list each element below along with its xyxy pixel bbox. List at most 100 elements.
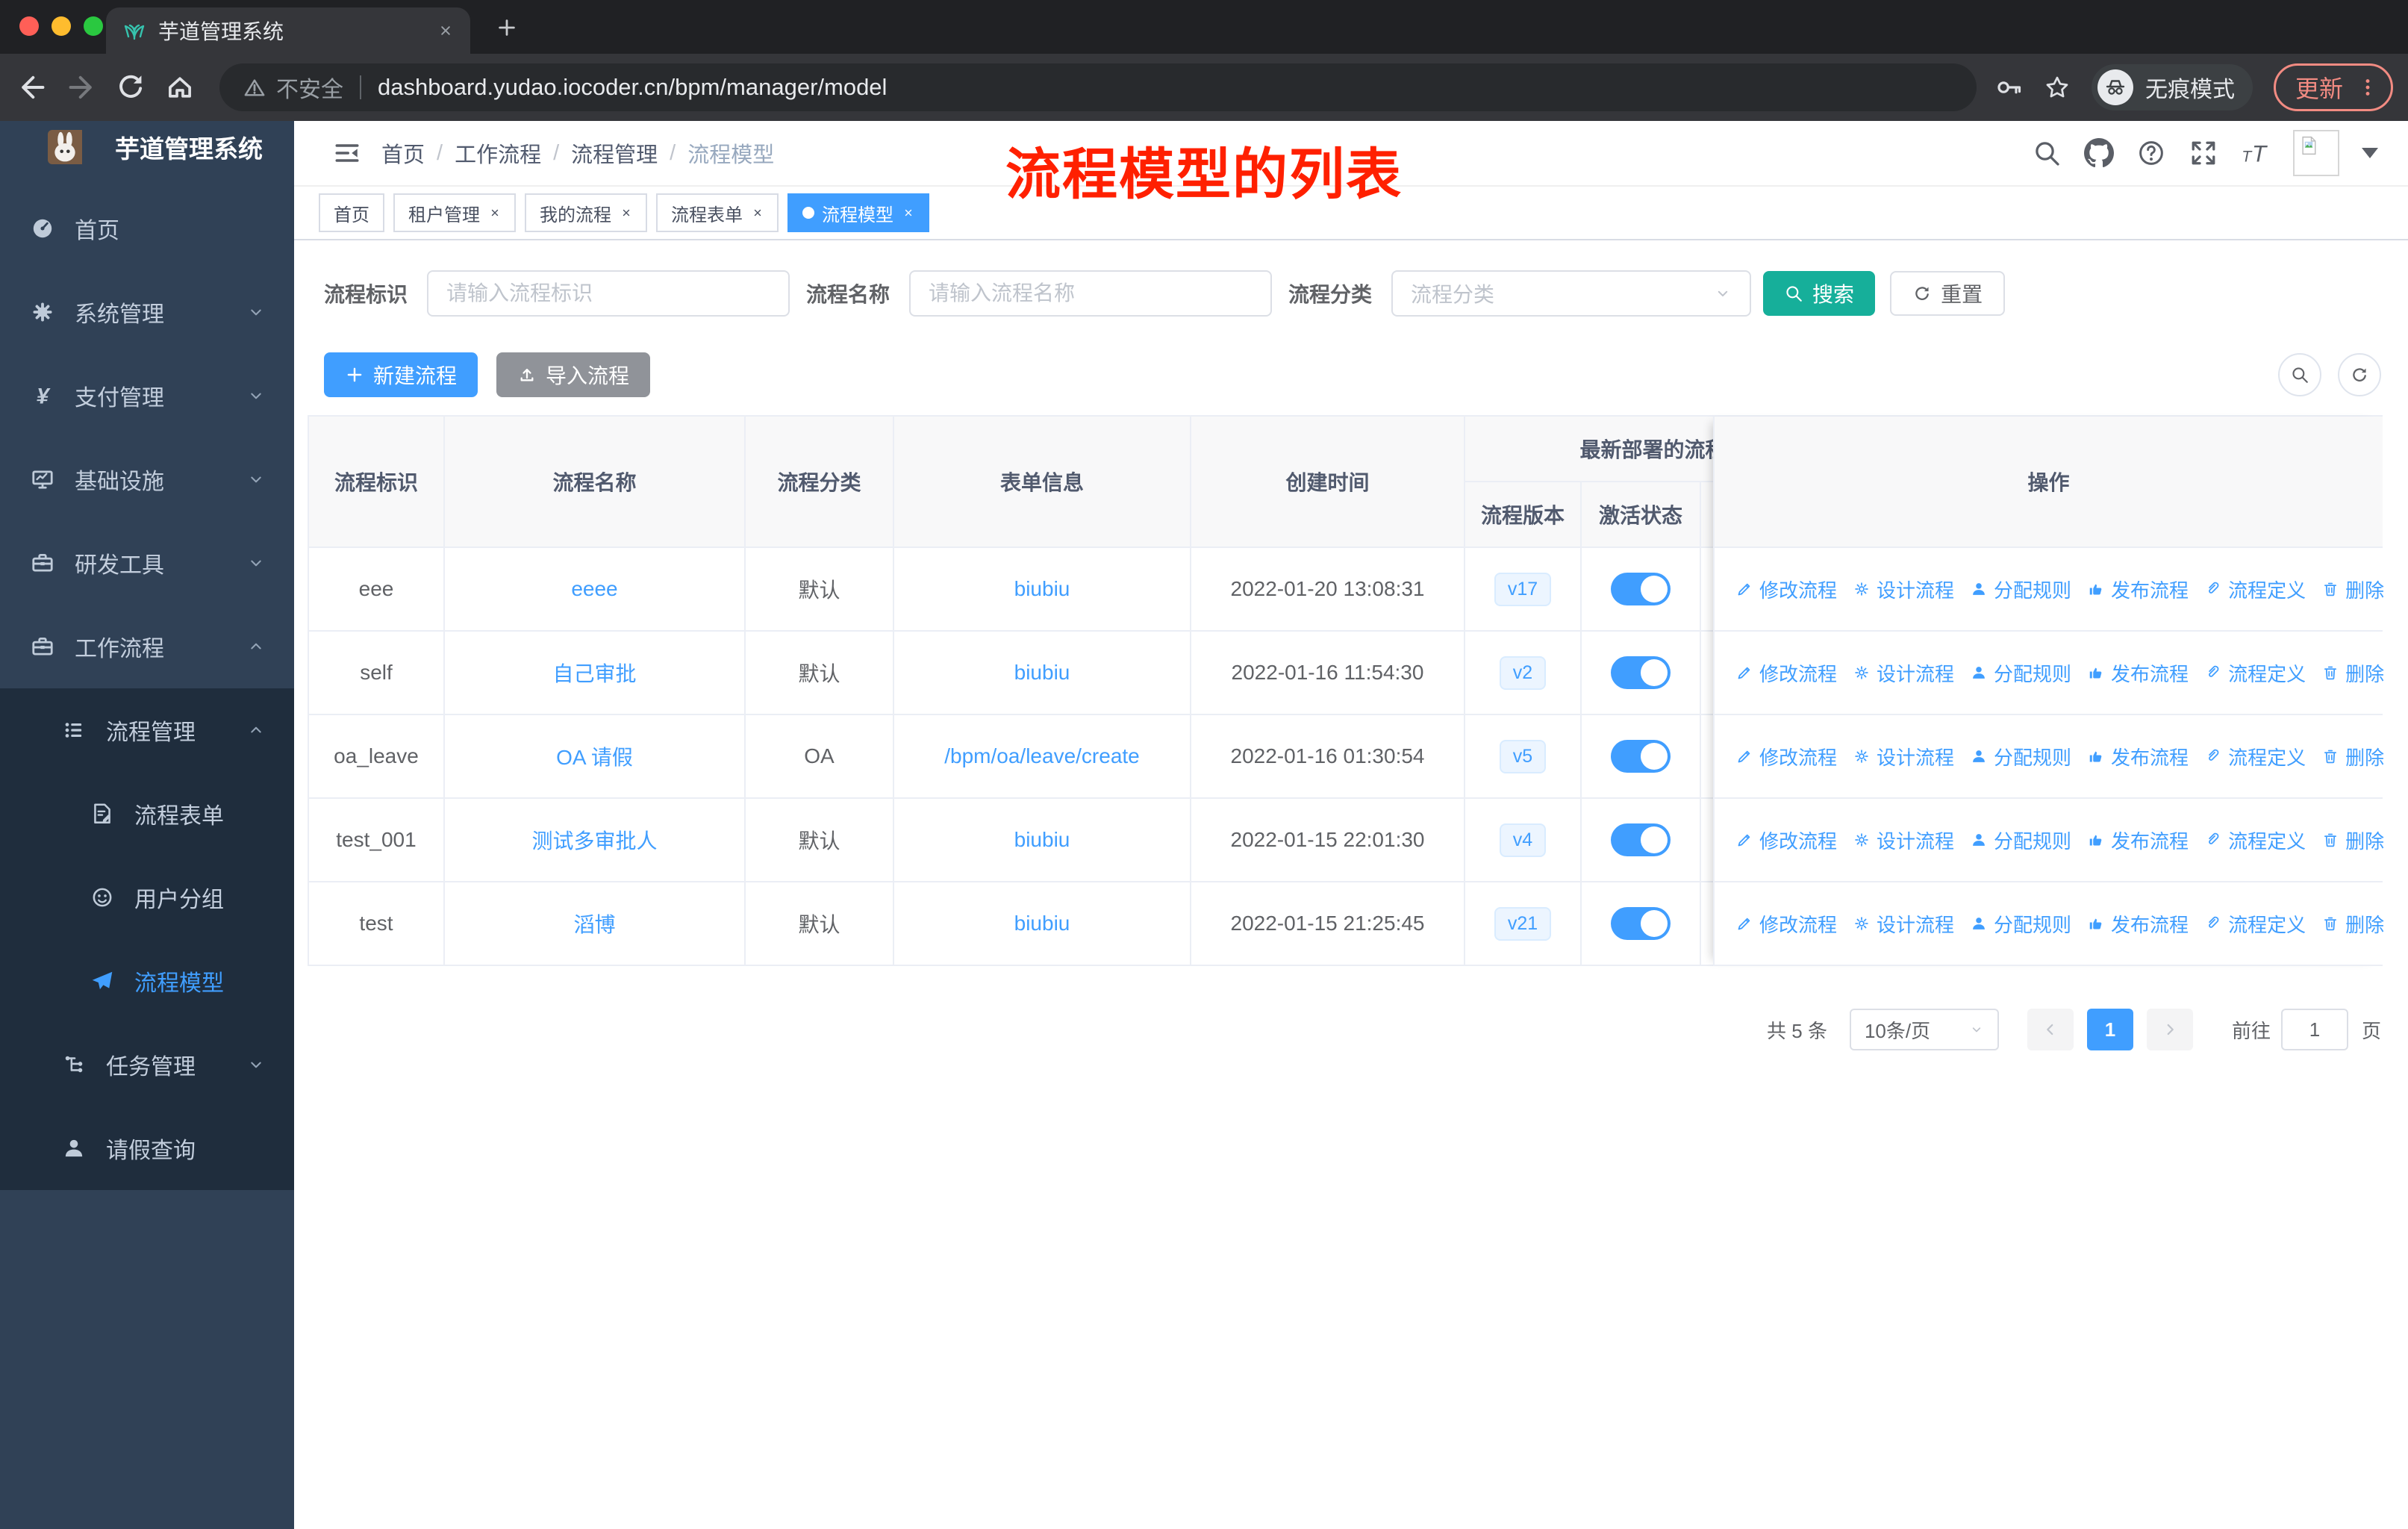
delete-process-link[interactable]: 删除 (2321, 826, 2384, 854)
assign-process-link[interactable]: 分配规则 (1970, 826, 2071, 854)
delete-process-link[interactable]: 删除 (2321, 910, 2384, 938)
publish-process-link[interactable]: 发布流程 (2087, 576, 2189, 603)
active-toggle[interactable] (1611, 656, 1671, 689)
design-process-link[interactable]: 设计流程 (1853, 743, 1954, 770)
assign-process-link[interactable]: 分配规则 (1970, 743, 2071, 770)
sidebar-item-payment[interactable]: ¥ 支付管理 (0, 354, 294, 437)
process-name-input[interactable] (909, 270, 1273, 317)
form-info-link[interactable]: biubiu (1014, 828, 1070, 852)
reload-icon[interactable] (115, 72, 146, 103)
breadcrumb-item[interactable]: 流程管理 (571, 137, 658, 169)
goto-page-input[interactable] (2280, 1009, 2348, 1050)
update-button[interactable]: 更新 (2273, 63, 2393, 111)
definition-process-link[interactable]: 流程定义 (2204, 743, 2306, 770)
page-size-select[interactable]: 10条/页 (1849, 1009, 1999, 1050)
collapse-sidebar-icon[interactable] (332, 138, 362, 168)
process-key-input[interactable] (427, 270, 790, 317)
definition-process-link[interactable]: 流程定义 (2204, 826, 2306, 854)
url-text[interactable]: dashboard.yudao.iocoder.cn/bpm/manager/m… (378, 74, 887, 101)
minimize-window-button[interactable] (52, 16, 71, 36)
question-icon[interactable] (2136, 138, 2166, 168)
delete-process-link[interactable]: 删除 (2321, 659, 2384, 687)
sidebar-item-system[interactable]: 系统管理 (0, 270, 294, 354)
prev-page-button[interactable] (2027, 1009, 2074, 1050)
browser-tab[interactable]: 芋道管理系统 (106, 7, 470, 54)
active-toggle[interactable] (1611, 740, 1671, 773)
delete-process-link[interactable]: 删除 (2321, 743, 2384, 770)
chevron-down-icon[interactable] (2362, 148, 2378, 158)
definition-process-link[interactable]: 流程定义 (2204, 576, 2306, 603)
avatar[interactable] (2293, 130, 2339, 176)
process-name-link[interactable]: 自己审批 (552, 658, 636, 688)
import-process-button[interactable]: 导入流程 (496, 352, 651, 397)
sidebar-item-workflow[interactable]: 工作流程 (0, 605, 294, 688)
edit-process-link[interactable]: 修改流程 (1735, 910, 1837, 938)
form-info-link[interactable]: /bpm/oa/leave/create (944, 744, 1140, 768)
bookmark-star-icon[interactable] (2044, 74, 2071, 101)
close-tab-icon[interactable] (437, 22, 454, 39)
home-icon[interactable] (164, 72, 196, 103)
page-1-button[interactable]: 1 (2086, 1009, 2133, 1050)
delete-process-link[interactable]: 删除 (2321, 576, 2384, 603)
active-toggle[interactable] (1611, 907, 1671, 940)
process-name-link[interactable]: eeee (571, 577, 617, 601)
page-tab-tenant[interactable]: 租户管理 (393, 193, 516, 232)
design-process-link[interactable]: 设计流程 (1853, 826, 1954, 854)
zoom-window-button[interactable] (84, 16, 103, 36)
security-warning-icon[interactable] (243, 76, 266, 99)
sidebar-item-process-model[interactable]: 流程模型 (0, 939, 294, 1023)
form-info-link[interactable]: biubiu (1014, 912, 1070, 935)
sidebar-item-infra[interactable]: 基础设施 (0, 437, 294, 521)
reset-button[interactable]: 重置 (1890, 271, 2006, 316)
address-bar[interactable]: 不安全 dashboard.yudao.iocoder.cn/bpm/manag… (219, 63, 1977, 111)
process-category-select[interactable]: 流程分类 (1391, 270, 1752, 317)
edit-process-link[interactable]: 修改流程 (1735, 743, 1837, 770)
close-icon[interactable] (902, 207, 914, 219)
sidebar-item-process-mgmt[interactable]: 流程管理 (0, 688, 294, 772)
next-page-button[interactable] (2146, 1009, 2193, 1050)
active-toggle[interactable] (1611, 573, 1671, 605)
close-window-button[interactable] (19, 16, 39, 36)
close-icon[interactable] (620, 207, 632, 219)
design-process-link[interactable]: 设计流程 (1853, 910, 1954, 938)
sidebar-item-home[interactable]: 首页 (0, 187, 294, 270)
page-tab-process-model[interactable]: 流程模型 (787, 193, 929, 232)
forward-icon[interactable] (66, 72, 97, 103)
sidebar-item-devtools[interactable]: 研发工具 (0, 521, 294, 605)
assign-process-link[interactable]: 分配规则 (1970, 910, 2071, 938)
search-icon[interactable] (2032, 138, 2062, 168)
definition-process-link[interactable]: 流程定义 (2204, 910, 2306, 938)
search-button[interactable]: 搜索 (1763, 271, 1876, 316)
definition-process-link[interactable]: 流程定义 (2204, 659, 2306, 687)
back-icon[interactable] (16, 72, 48, 103)
breadcrumb-item[interactable]: 首页 (381, 137, 425, 169)
edit-process-link[interactable]: 修改流程 (1735, 659, 1837, 687)
publish-process-link[interactable]: 发布流程 (2087, 743, 2189, 770)
active-toggle[interactable] (1611, 823, 1671, 856)
page-tab-home[interactable]: 首页 (319, 193, 384, 232)
close-icon[interactable] (489, 207, 501, 219)
github-icon[interactable] (2084, 138, 2114, 168)
page-tab-my-process[interactable]: 我的流程 (525, 193, 647, 232)
sidebar-item-user-group[interactable]: 用户分组 (0, 856, 294, 939)
toggle-search-button[interactable] (2278, 353, 2321, 396)
process-name-link[interactable]: 滔博 (573, 909, 615, 938)
refresh-table-button[interactable] (2338, 353, 2381, 396)
form-info-link[interactable]: biubiu (1014, 661, 1070, 685)
process-name-link[interactable]: 测试多审批人 (531, 825, 657, 855)
page-tab-process-form[interactable]: 流程表单 (656, 193, 779, 232)
sidebar-item-leave-query[interactable]: 请假查询 (0, 1106, 294, 1190)
sidebar-item-process-form[interactable]: 流程表单 (0, 772, 294, 856)
design-process-link[interactable]: 设计流程 (1853, 576, 1954, 603)
process-name-link[interactable]: OA 请假 (556, 741, 633, 771)
close-icon[interactable] (752, 207, 764, 219)
new-tab-button[interactable] (496, 16, 518, 39)
textsize-icon[interactable]: TT (2241, 138, 2271, 168)
fullscreen-icon[interactable] (2189, 138, 2218, 168)
form-info-link[interactable]: biubiu (1014, 577, 1070, 601)
breadcrumb-item[interactable]: 工作流程 (455, 137, 541, 169)
browser-menu-icon[interactable] (2356, 76, 2379, 99)
security-label[interactable]: 不安全 (276, 71, 343, 104)
publish-process-link[interactable]: 发布流程 (2087, 910, 2189, 938)
sidebar-item-task-mgmt[interactable]: 任务管理 (0, 1023, 294, 1106)
